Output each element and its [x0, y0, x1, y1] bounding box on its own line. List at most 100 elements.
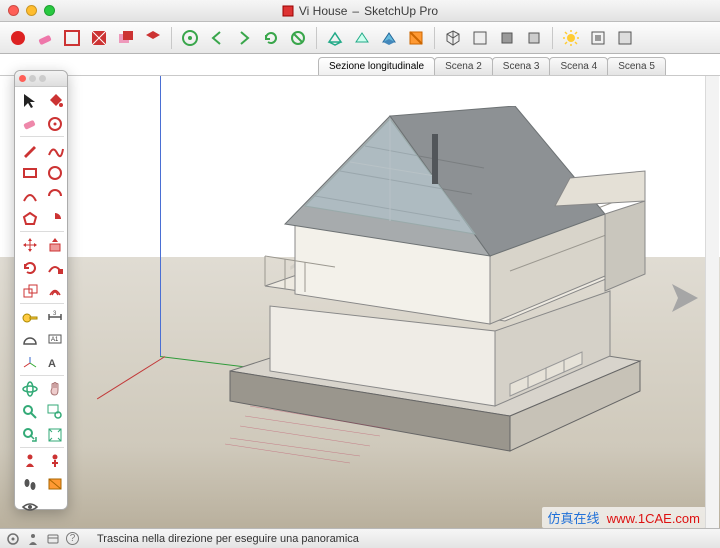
- palette-minimize[interactable]: [29, 75, 36, 82]
- top-view[interactable]: [468, 26, 492, 50]
- home-view[interactable]: [178, 26, 202, 50]
- rectangle-tool[interactable]: [17, 161, 42, 184]
- rotate-tool[interactable]: [17, 256, 42, 279]
- scene-tab[interactable]: Scena 5: [607, 57, 666, 75]
- help-icon[interactable]: ?: [66, 532, 79, 545]
- stop-button[interactable]: [286, 26, 310, 50]
- protractor-tool[interactable]: [17, 328, 42, 351]
- eraser-tool-p[interactable]: [17, 112, 42, 135]
- model-house: [210, 106, 650, 486]
- arc-tool[interactable]: [17, 184, 42, 207]
- zoom-tool[interactable]: [17, 400, 42, 423]
- section-plane-tool[interactable]: [42, 472, 67, 495]
- right-view[interactable]: [522, 26, 546, 50]
- zoom-extents-tool[interactable]: [42, 423, 67, 446]
- offset-tool[interactable]: [42, 279, 67, 302]
- scale-tool[interactable]: [17, 279, 42, 302]
- forward-button[interactable]: [232, 26, 256, 50]
- wireframe-icon: [326, 29, 344, 47]
- shaded-style[interactable]: [377, 26, 401, 50]
- zoom-window-tool[interactable]: [42, 400, 67, 423]
- magnifier-icon: [21, 403, 39, 421]
- front-view[interactable]: [495, 26, 519, 50]
- scale-icon: [21, 282, 39, 300]
- separator: [552, 27, 553, 49]
- freehand-tool[interactable]: [42, 138, 67, 161]
- protractor-icon: [21, 331, 39, 349]
- previous-view-tool[interactable]: [17, 423, 42, 446]
- arc-icon: [21, 187, 39, 205]
- blank-tool: [42, 495, 67, 518]
- 3dtext-tool[interactable]: A: [42, 351, 67, 374]
- separator: [316, 27, 317, 49]
- select-tool[interactable]: [17, 89, 42, 112]
- offset-icon: [46, 282, 64, 300]
- style-toggle[interactable]: [613, 26, 637, 50]
- palette-close[interactable]: [19, 75, 26, 82]
- shadow-toggle[interactable]: [559, 26, 583, 50]
- circle-tool[interactable]: [42, 161, 67, 184]
- polygon-tool[interactable]: [17, 207, 42, 230]
- walk-tool[interactable]: [17, 472, 42, 495]
- axes-icon: [21, 354, 39, 372]
- snap-tool[interactable]: [42, 112, 67, 135]
- wireframe-style[interactable]: [323, 26, 347, 50]
- pan-tool[interactable]: [42, 377, 67, 400]
- plugin-button[interactable]: [6, 26, 30, 50]
- svg-text:3: 3: [53, 311, 57, 317]
- vertical-scrollbar[interactable]: [705, 76, 719, 528]
- move-tool[interactable]: [17, 233, 42, 256]
- hatch-tool[interactable]: [87, 26, 111, 50]
- face-tool[interactable]: [60, 26, 84, 50]
- geolocation-icon[interactable]: [6, 532, 20, 546]
- text-tool[interactable]: A1: [42, 328, 67, 351]
- scene-tab[interactable]: Scena 3: [492, 57, 551, 75]
- paint-tool[interactable]: [42, 89, 67, 112]
- pushpull-icon: [46, 236, 64, 254]
- 3dtext-icon: A: [46, 354, 64, 372]
- minimize-window-button[interactable]: [26, 5, 37, 16]
- orbit-tool[interactable]: [17, 377, 42, 400]
- iso-view[interactable]: [441, 26, 465, 50]
- back-button[interactable]: [205, 26, 229, 50]
- component-tool[interactable]: [141, 26, 165, 50]
- house-drawing: [210, 106, 650, 486]
- plugin-icon: [9, 29, 27, 47]
- close-window-button[interactable]: [8, 5, 19, 16]
- move-icon: [21, 236, 39, 254]
- arc2-tool[interactable]: [42, 184, 67, 207]
- home-icon: [181, 29, 199, 47]
- zoom-window-button[interactable]: [44, 5, 55, 16]
- line-tool[interactable]: [17, 138, 42, 161]
- followme-tool[interactable]: [42, 256, 67, 279]
- eye-look-icon: [46, 452, 64, 470]
- scene-tab-active[interactable]: Sezione longitudinale: [318, 57, 435, 75]
- rectangle-icon: [21, 164, 39, 182]
- scene-tab[interactable]: Scena 2: [434, 57, 493, 75]
- position-camera-tool[interactable]: [17, 449, 42, 472]
- pushpull-tool[interactable]: [42, 233, 67, 256]
- hidden-line-icon: [353, 29, 371, 47]
- dimension-tool[interactable]: 3: [42, 305, 67, 328]
- axes-tool[interactable]: [17, 351, 42, 374]
- palette-titlebar[interactable]: [15, 71, 67, 87]
- pie-tool[interactable]: [42, 207, 67, 230]
- scene-tab[interactable]: Scena 4: [549, 57, 608, 75]
- eraser-tool[interactable]: [33, 26, 57, 50]
- reload-button[interactable]: [259, 26, 283, 50]
- hidden-line-style[interactable]: [350, 26, 374, 50]
- credits-icon[interactable]: [46, 532, 60, 546]
- section-plane-icon: [46, 475, 64, 493]
- tape-tool[interactable]: [17, 305, 42, 328]
- section-tool[interactable]: [404, 26, 428, 50]
- pie-icon: [46, 210, 64, 228]
- xray-toggle[interactable]: [586, 26, 610, 50]
- person-status-icon[interactable]: [26, 532, 40, 546]
- viewport[interactable]: 1CAE: [0, 76, 720, 528]
- eye-icon: [21, 498, 39, 516]
- palette-zoom[interactable]: [39, 75, 46, 82]
- polygon-icon: [21, 210, 39, 228]
- view-eye-tool[interactable]: [17, 495, 42, 518]
- look-around-tool[interactable]: [42, 449, 67, 472]
- layers-tool[interactable]: [114, 26, 138, 50]
